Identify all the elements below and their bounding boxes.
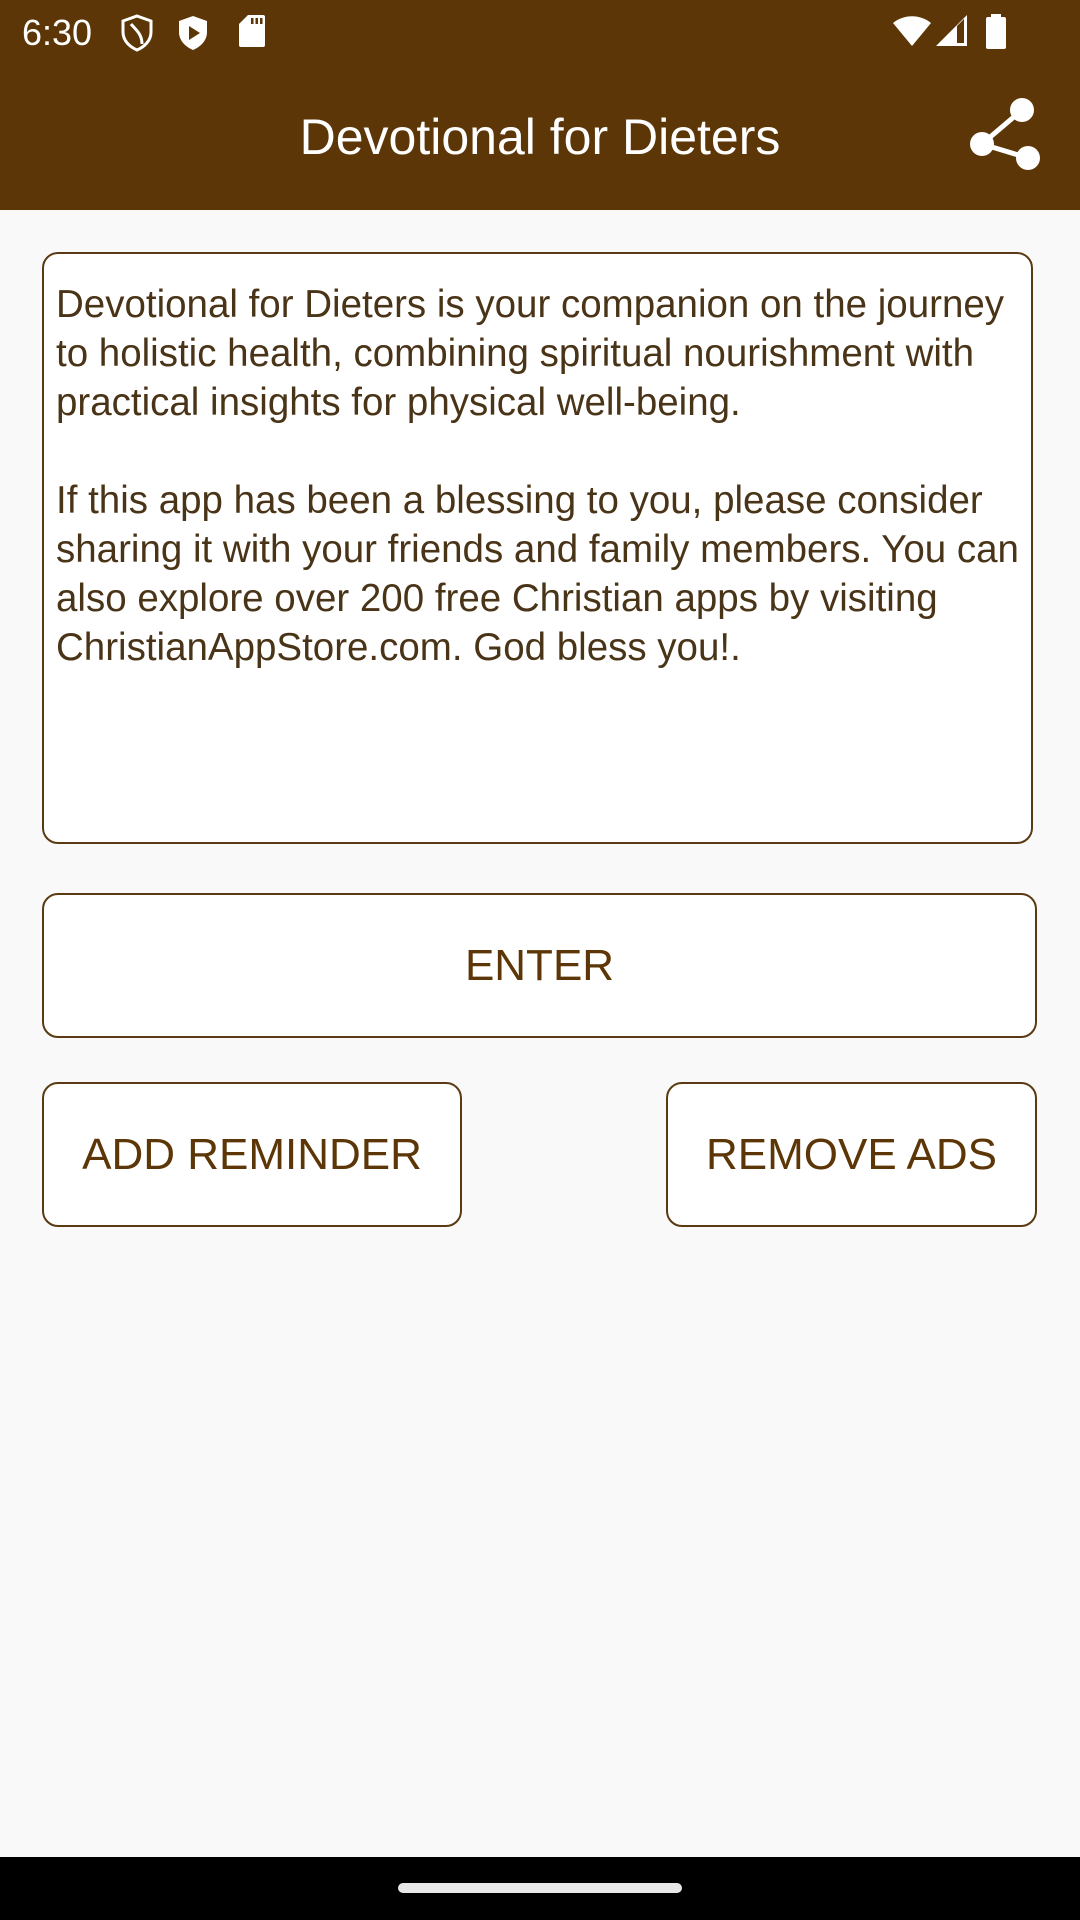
battery-icon (986, 14, 1006, 49)
status-bar: 6:30 (0, 0, 1080, 64)
shield-icon (121, 14, 153, 52)
share-icon[interactable] (966, 96, 1044, 180)
signal-icon (936, 15, 967, 46)
navigation-bar (0, 1857, 1080, 1920)
sd-card-icon (239, 15, 265, 47)
status-time: 6:30 (22, 12, 93, 53)
remove-ads-button[interactable]: REMOVE ADS (666, 1082, 1037, 1227)
add-reminder-button[interactable]: ADD REMINDER (42, 1082, 462, 1227)
app-bar: Devotional for Dieters (0, 64, 1080, 210)
enter-button[interactable]: ENTER (42, 893, 1037, 1038)
play-protect-icon (179, 16, 207, 50)
wifi-icon (893, 16, 931, 46)
app-title: Devotional for Dieters (299, 109, 781, 165)
home-handle[interactable] (398, 1883, 682, 1893)
description-textbox[interactable]: Devotional for Dieters is your companion… (42, 252, 1033, 844)
